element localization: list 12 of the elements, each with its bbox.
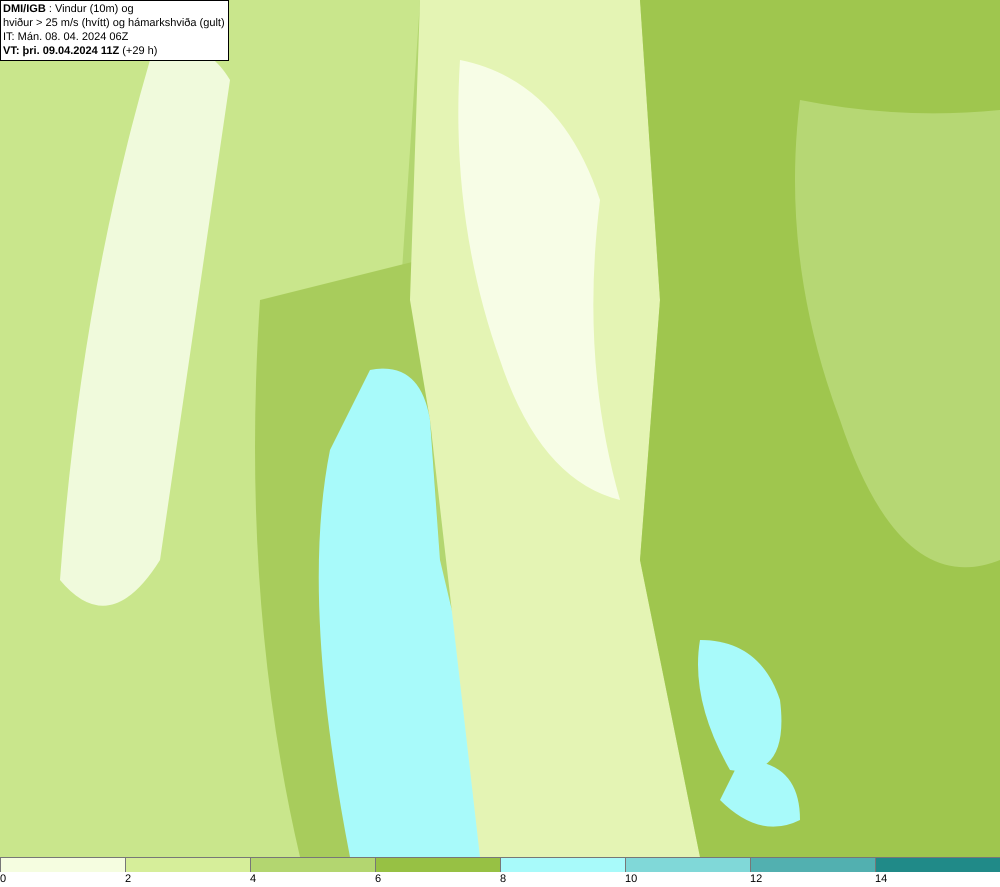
info-text: IT: Mán. 08. 04. 2024 06Z (3, 30, 130, 44)
legend-tick-label: 2 (125, 872, 132, 886)
legend-tick-label: 14 (875, 872, 888, 886)
legend-tick-label: 6 (375, 872, 382, 886)
info-text: DMI/IGB : Vindur (10m) og (3, 2, 135, 16)
legend-tick-label: 8 (500, 872, 506, 886)
legend-tick-label: 0 (0, 872, 6, 886)
legend-tick-label: 4 (250, 872, 256, 886)
legend-tick-label: 10 (625, 872, 638, 886)
info-text: hviður > 25 m/s (hvítt) og hámarkshviða (gult) (3, 16, 225, 30)
legend-tick-label: 12 (750, 872, 762, 886)
info-text: VT: þri. 09.04.2024 11Z (+29 h) (3, 44, 158, 58)
